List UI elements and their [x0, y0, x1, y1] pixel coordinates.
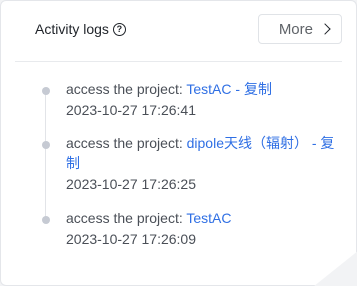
- log-prefix: access the project:: [66, 210, 183, 226]
- timeline-dot: [42, 87, 50, 95]
- header-divider: [15, 61, 342, 62]
- activity-logs-card: Activity logs ? More access the project:…: [0, 0, 357, 286]
- project-link[interactable]: TestAC: [186, 210, 231, 226]
- log-prefix: access the project:: [66, 135, 183, 151]
- activity-timeline: access the project: TestAC - 复制 2023-10-…: [15, 79, 342, 252]
- log-description: access the project: TestAC: [66, 208, 336, 228]
- card-title: Activity logs: [35, 21, 109, 37]
- card-header: Activity logs ? More: [15, 13, 342, 45]
- log-timestamp: 2023-10-27 17:26:09: [66, 231, 196, 247]
- help-icon[interactable]: ?: [112, 22, 126, 36]
- log-timestamp: 2023-10-27 17:26:41: [66, 102, 196, 118]
- title-group: Activity logs ?: [35, 21, 126, 37]
- log-item: access the project: dipole天线（辐射） - 复制 20…: [15, 133, 342, 208]
- log-item: access the project: TestAC - 复制 2023-10-…: [15, 79, 342, 133]
- more-button-label: More: [278, 20, 313, 38]
- timeline-dot: [42, 141, 50, 149]
- log-timestamp: 2023-10-27 17:26:25: [66, 176, 196, 192]
- more-button[interactable]: More: [257, 14, 342, 44]
- chevron-right-icon: [319, 23, 331, 35]
- timeline-dot: [42, 216, 50, 224]
- log-prefix: access the project:: [66, 81, 183, 97]
- log-item: access the project: TestAC 2023-10-27 17…: [15, 208, 342, 252]
- log-description: access the project: dipole天线（辐射） - 复制: [66, 133, 336, 173]
- log-description: access the project: TestAC - 复制: [66, 79, 336, 99]
- project-link[interactable]: TestAC - 复制: [186, 81, 272, 97]
